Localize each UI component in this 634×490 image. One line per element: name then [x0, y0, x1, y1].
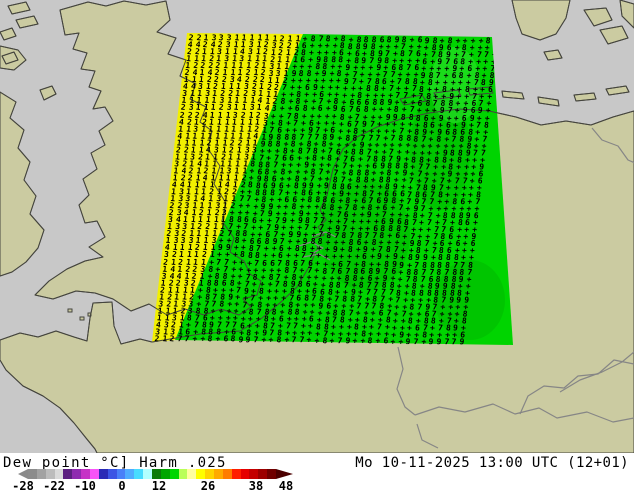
colorbar-ticks: -28 -22 -10 0 12 26 38 48: [0, 479, 300, 490]
map-area: 2 4 2 1 1 2 1 4 3 1 2 2 4 1 4 1 2 1 3 1 …: [0, 0, 634, 453]
map-timestamp-label: Mo 10-11-2025 13:00 UTC (12+01): [355, 455, 629, 471]
legend-bar: Dew point °C] Harm .025 Mo 10-11-2025 13…: [0, 453, 634, 490]
tick-label: 48: [278, 479, 294, 490]
tick-label: -22: [43, 479, 65, 490]
tick-label: 12: [151, 479, 167, 490]
tick-label: 0: [118, 479, 126, 490]
colorbar: [18, 469, 293, 479]
colorbar-segments: [28, 469, 277, 479]
tick-label: -10: [74, 479, 96, 490]
colorbar-right-arrow: [276, 469, 293, 479]
tick-label: 26: [200, 479, 216, 490]
tick-label: -28: [12, 479, 34, 490]
tick-label: 38: [248, 479, 264, 490]
weather-map-screenshot: 2 4 2 1 1 2 1 4 3 1 2 2 4 1 4 1 2 1 3 1 …: [0, 0, 634, 490]
colorbar-left-arrow: [18, 469, 28, 479]
